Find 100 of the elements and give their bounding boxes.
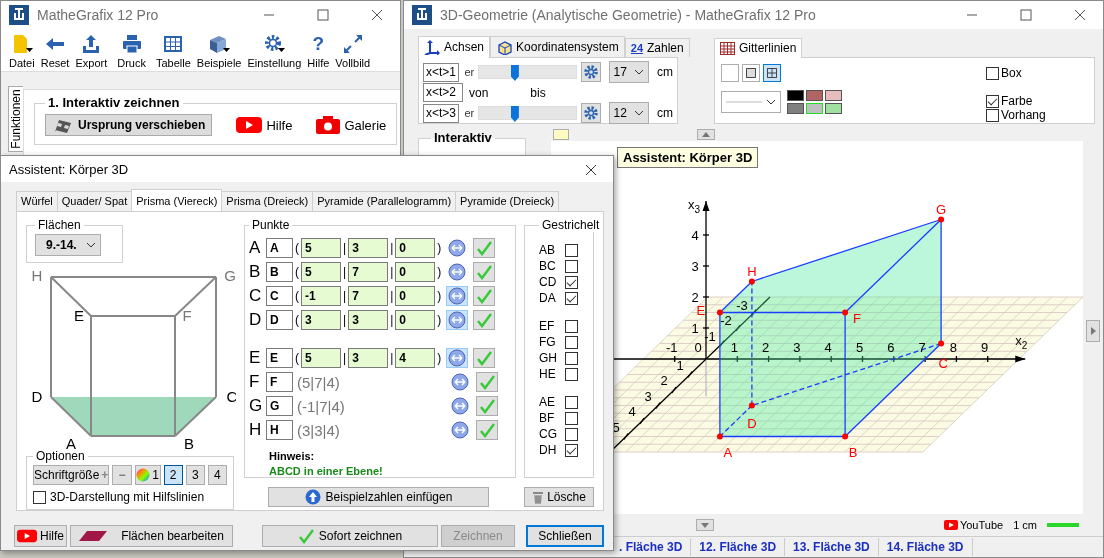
name-input[interactable]: D	[266, 310, 293, 330]
coordinate-input[interactable]: 3	[348, 238, 389, 258]
tab[interactable]: 12. Fläche 3D	[691, 538, 786, 556]
toolbar-button[interactable]: Reset	[38, 33, 72, 69]
swap-button[interactable]	[446, 238, 469, 258]
name-input[interactable]: G	[266, 396, 293, 416]
checkbox[interactable]	[565, 351, 578, 365]
edit-faces-button[interactable]: Flächen bearbeiten	[70, 525, 233, 547]
size-select[interactable]: 12	[608, 102, 649, 124]
swap-button[interactable]	[446, 286, 469, 306]
grid-style-button[interactable]	[763, 64, 781, 82]
coordinate-input[interactable]: 0	[395, 310, 436, 330]
checkbox[interactable]	[565, 335, 578, 349]
grid-style-button[interactable]	[742, 64, 760, 82]
swap-button[interactable]	[446, 348, 469, 368]
toolbar-button[interactable]: Einstellung	[245, 33, 304, 69]
gallery-link[interactable]: Galerie	[316, 116, 387, 134]
checkbox[interactable]	[565, 275, 578, 289]
swap-button[interactable]	[449, 420, 471, 440]
close-button[interactable]: Schließen	[526, 525, 604, 547]
tab[interactable]: 24 Zahlen	[624, 38, 690, 57]
draw-now-button[interactable]: Sofort zeichnen	[262, 525, 438, 547]
swap-button[interactable]	[449, 396, 471, 416]
slider-thumb[interactable]	[510, 106, 519, 122]
decrease-button[interactable]: −	[112, 465, 132, 485]
tab[interactable]: 13. Fläche 3D	[785, 538, 879, 556]
checkbox[interactable]	[33, 490, 46, 504]
color-swatch[interactable]	[825, 103, 842, 114]
size-button[interactable]: 4	[207, 465, 227, 485]
size-select[interactable]: 17	[608, 61, 649, 83]
youtube-link[interactable]: YouTube	[943, 519, 1004, 531]
side-panel-button[interactable]	[1086, 320, 1100, 342]
coordinate-input[interactable]: 4	[395, 348, 436, 368]
checkbox[interactable]	[565, 411, 578, 425]
slider-thumb[interactable]	[510, 65, 519, 81]
name-input[interactable]: F	[266, 372, 293, 392]
tab[interactable]: Koordinatensystem	[490, 36, 625, 57]
coordinate-input[interactable]: 5	[301, 238, 341, 258]
name-input[interactable]: A	[266, 238, 293, 258]
swap-button[interactable]	[446, 310, 469, 330]
font-size-button[interactable]: Schriftgröße +	[33, 465, 110, 485]
color-swatch[interactable]	[825, 90, 842, 101]
name-input[interactable]: B	[266, 262, 293, 282]
coordinate-input[interactable]: 5	[301, 262, 341, 282]
checkbox[interactable]	[565, 259, 578, 273]
swap-button[interactable]	[446, 262, 469, 282]
size-button[interactable]: 1	[134, 465, 161, 485]
tab[interactable]: Würfel	[16, 191, 58, 211]
coordinate-input[interactable]: 5	[301, 348, 341, 368]
checkbox[interactable]	[986, 108, 999, 122]
tab[interactable]: Prisma (Viereck)	[131, 189, 223, 211]
coordinate-input[interactable]: 0	[395, 286, 436, 306]
settings-button[interactable]	[580, 103, 601, 123]
tab[interactable]: 14. Fläche 3D	[878, 538, 973, 556]
coordinate-input[interactable]: 3	[348, 310, 389, 330]
name-input[interactable]: C	[266, 286, 293, 306]
tab[interactable]: Gitterlinien	[714, 38, 803, 58]
side-tab[interactable]: Funktionen	[8, 86, 23, 152]
checkbox[interactable]	[986, 94, 999, 108]
toolbar-button[interactable]: Vollbild	[333, 33, 373, 69]
tab[interactable]: Achsen	[418, 36, 491, 58]
coordinate-input[interactable]: 3	[348, 348, 389, 368]
checkbox[interactable]	[565, 291, 578, 305]
toolbar-button[interactable]: ? Hilfe	[305, 33, 332, 69]
toolbar-button[interactable]: Export	[73, 33, 110, 69]
color-swatch[interactable]	[806, 103, 823, 114]
color-swatch[interactable]	[787, 103, 804, 114]
size-button[interactable]: 3	[185, 465, 205, 485]
origin-button[interactable]: Ursprung verschieben	[45, 114, 213, 136]
checkbox[interactable]	[565, 395, 578, 409]
toolbar-button[interactable]: Druck	[111, 33, 152, 69]
coordinate-input[interactable]: 0	[395, 262, 436, 282]
help-button[interactable]: Hilfe	[14, 525, 67, 547]
checkbox[interactable]	[986, 66, 999, 80]
checkbox[interactable]	[565, 443, 578, 457]
toolbar-button[interactable]: Datei	[7, 33, 37, 69]
scroll-down-button[interactable]	[696, 519, 714, 531]
toolbar-button[interactable]: Tabelle	[153, 33, 193, 69]
sample-numbers-button[interactable]: Beispielzahlen einfügen	[268, 487, 489, 507]
coordinate-input[interactable]: 7	[348, 286, 389, 306]
size-button[interactable]: 2	[163, 465, 183, 485]
color-swatch[interactable]	[806, 90, 823, 101]
name-input[interactable]: H	[266, 420, 293, 440]
checkbox[interactable]	[565, 319, 578, 333]
coordinate-input[interactable]: -1	[301, 286, 341, 306]
name-input[interactable]: E	[266, 348, 293, 368]
coordinate-input[interactable]: 3	[301, 310, 341, 330]
checkbox[interactable]	[565, 367, 578, 381]
coordinate-input[interactable]: 0	[395, 238, 436, 258]
checkbox[interactable]	[565, 243, 578, 257]
tab[interactable]: Pyramide (Dreieck)	[455, 191, 560, 211]
coordinate-input[interactable]: 7	[348, 262, 389, 282]
toolbar-button[interactable]: Beispiele	[194, 33, 244, 69]
help-link[interactable]: Hilfe	[236, 116, 293, 134]
swap-button[interactable]	[449, 372, 471, 392]
checkbox[interactable]	[565, 427, 578, 441]
faces-select[interactable]: 9.-14.	[35, 234, 101, 256]
color-swatch[interactable]	[787, 90, 804, 101]
scroll-up-button[interactable]	[697, 129, 715, 140]
delete-button[interactable]: Lösche	[524, 487, 594, 507]
